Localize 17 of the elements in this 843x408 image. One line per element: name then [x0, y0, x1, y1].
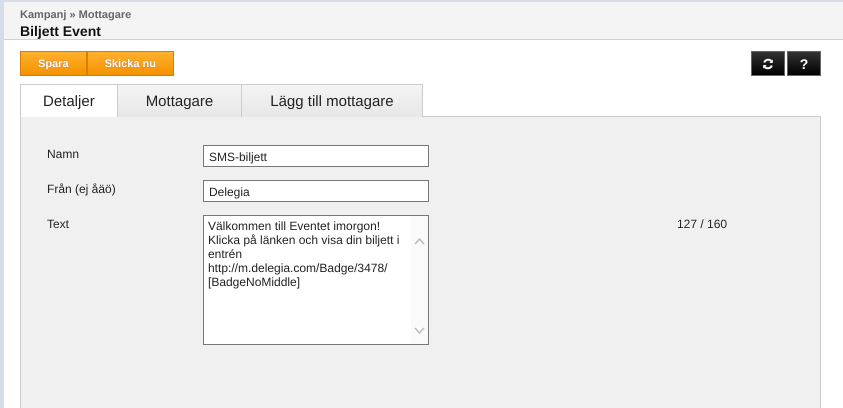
- tab[interactable]: Lägg till mottagare: [241, 84, 423, 117]
- input-field[interactable]: Delegia: [203, 180, 429, 202]
- character-counter: 127 / 160: [677, 216, 728, 233]
- input-field[interactable]: SMS-biljett: [203, 145, 429, 167]
- scroll-down-icon[interactable]: [414, 327, 425, 334]
- breadcrumb: Kampanj » Mottagare: [20, 9, 132, 21]
- help-button[interactable]: ?: [787, 51, 821, 76]
- page-title: Biljett Event: [20, 23, 102, 39]
- field-label: Text: [47, 216, 70, 233]
- text-area[interactable]: Välkommen till Eventet imorgon! Klicka på länken och visa din biljett i entrén http://m.delegia.com/Badge/3478/ [BadgeNoMiddle]: [203, 215, 429, 345]
- refresh-button[interactable]: [751, 51, 785, 76]
- field-label: Namn: [47, 146, 80, 163]
- tab[interactable]: Detaljer: [20, 84, 118, 117]
- tab[interactable]: Mottagare: [116, 84, 242, 117]
- refresh-icon: [762, 58, 774, 70]
- scroll-up-icon[interactable]: [414, 238, 425, 245]
- field-label: Från (ej åäö): [47, 181, 117, 198]
